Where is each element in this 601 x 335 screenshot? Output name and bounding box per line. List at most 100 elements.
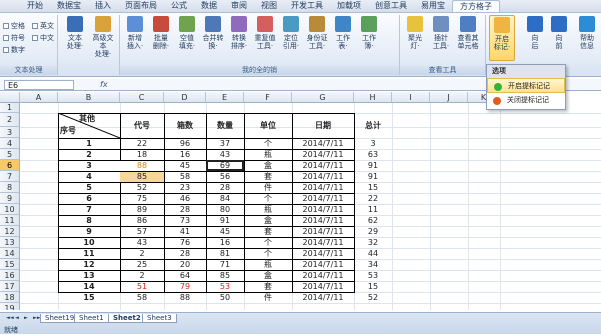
- table-row-cell[interactable]: 2014/7/11: [292, 139, 354, 149]
- tab-5[interactable]: 数据: [194, 0, 224, 12]
- table-row-cell[interactable]: 46: [164, 194, 206, 204]
- workbook-button[interactable]: 工作 簿·: [356, 15, 382, 61]
- checkbox-2[interactable]: 符号: [3, 33, 25, 43]
- checkbox-box[interactable]: [32, 35, 38, 41]
- fx-icon[interactable]: fx: [100, 79, 108, 91]
- table-row-cell[interactable]: 96: [164, 139, 206, 149]
- tab-0[interactable]: 开始: [20, 0, 50, 12]
- table-row-cell[interactable]: 28: [206, 183, 244, 193]
- sheet-tab[interactable]: Sheet3: [142, 314, 177, 323]
- table-row-cell[interactable]: 2014/7/11: [292, 238, 354, 248]
- header-other[interactable]: 其他: [78, 114, 96, 124]
- checkbox-box[interactable]: [3, 23, 9, 29]
- table-row-cell[interactable]: 3: [354, 139, 392, 149]
- table-row-cell[interactable]: 81: [206, 249, 244, 259]
- row-header[interactable]: 8: [0, 182, 20, 193]
- table-row-cell[interactable]: 15: [354, 183, 392, 193]
- table-row-cell[interactable]: 个: [244, 194, 292, 204]
- table-row-cell[interactable]: 28: [164, 205, 206, 215]
- table-row-cell[interactable]: 86: [120, 216, 164, 226]
- table-row-cell[interactable]: 20: [164, 260, 206, 270]
- table-row-cell[interactable]: 37: [206, 139, 244, 149]
- table-row-cell[interactable]: 14: [58, 282, 120, 292]
- table-row-cell[interactable]: 88: [164, 293, 206, 303]
- tab-6[interactable]: 审阅: [224, 0, 254, 12]
- table-row-cell[interactable]: 个: [244, 249, 292, 259]
- row-header[interactable]: 19: [0, 303, 20, 310]
- table-row-cell[interactable]: 2014/7/11: [292, 150, 354, 160]
- pin-button[interactable]: 插针 工具·: [428, 15, 454, 61]
- active-cell-outline[interactable]: [206, 160, 244, 171]
- header-index[interactable]: 序号: [59, 125, 77, 136]
- table-row-cell[interactable]: 7: [58, 205, 120, 215]
- table-row-cell[interactable]: 1: [58, 139, 120, 149]
- table-row-cell[interactable]: 2014/7/11: [292, 205, 354, 215]
- table-row-cell[interactable]: 2014/7/11: [292, 216, 354, 226]
- forward-button[interactable]: 向前: [546, 15, 572, 61]
- column-header[interactable]: B: [58, 92, 120, 103]
- table-row-cell[interactable]: 11: [354, 205, 392, 215]
- table-row-cell[interactable]: 44: [354, 249, 392, 259]
- column-title[interactable]: 单位: [244, 113, 292, 138]
- corner-select-all[interactable]: [0, 92, 20, 103]
- row-header[interactable]: 14: [0, 248, 20, 259]
- table-row-cell[interactable]: 56: [206, 172, 244, 182]
- column-header[interactable]: H: [354, 92, 392, 103]
- table-row-cell[interactable]: 5: [58, 183, 120, 193]
- sort-button[interactable]: 转换 排序·: [226, 15, 252, 61]
- table-row-cell[interactable]: 57: [120, 227, 164, 237]
- table-row-cell[interactable]: 套: [244, 282, 292, 292]
- table-row-cell[interactable]: 22: [120, 139, 164, 149]
- table-row-cell[interactable]: 75: [120, 194, 164, 204]
- table-row-cell[interactable]: 套: [244, 172, 292, 182]
- table-row-cell[interactable]: 3: [58, 161, 120, 171]
- table-row-cell[interactable]: 13: [58, 271, 120, 281]
- column-title[interactable]: 日期: [292, 113, 354, 138]
- checkbox-box[interactable]: [3, 47, 9, 53]
- table-row-cell[interactable]: 43: [206, 150, 244, 160]
- table-row-cell[interactable]: 瓶: [244, 260, 292, 270]
- table-row-cell[interactable]: 22: [354, 194, 392, 204]
- table-row-cell[interactable]: 盒: [244, 216, 292, 226]
- table-row-cell[interactable]: 62: [354, 216, 392, 226]
- batch-delete-button[interactable]: 批量 删除·: [148, 15, 174, 61]
- table-row-cell[interactable]: 52: [120, 183, 164, 193]
- table-row-cell[interactable]: 51: [120, 282, 164, 292]
- table-row-cell[interactable]: 34: [354, 260, 392, 270]
- column-title[interactable]: 箱数: [164, 113, 206, 138]
- table-row-cell[interactable]: 41: [164, 227, 206, 237]
- table-row-cell[interactable]: 2014/7/11: [292, 293, 354, 303]
- table-row-cell[interactable]: 个: [244, 139, 292, 149]
- tab-4[interactable]: 公式: [164, 0, 194, 12]
- table-row-cell[interactable]: 29: [354, 227, 392, 237]
- sheet-tab[interactable]: Sheet1: [74, 314, 109, 323]
- table-row-cell[interactable]: 2: [120, 249, 164, 259]
- table-row-cell[interactable]: 18: [120, 150, 164, 160]
- fill-button[interactable]: 空值 填充·: [174, 15, 200, 61]
- row-header[interactable]: 1: [0, 103, 20, 113]
- row-header[interactable]: 11: [0, 215, 20, 226]
- table-row-cell[interactable]: 2014/7/11: [292, 271, 354, 281]
- checkbox-box[interactable]: [3, 35, 9, 41]
- table-row-cell[interactable]: 件: [244, 293, 292, 303]
- table-row-cell[interactable]: 91: [354, 161, 392, 171]
- table-row-cell[interactable]: 盒: [244, 161, 292, 171]
- column-header[interactable]: F: [244, 92, 292, 103]
- table-row-cell[interactable]: 15: [58, 293, 120, 303]
- name-box[interactable]: E6: [4, 80, 74, 90]
- column-title[interactable]: 总计: [354, 113, 392, 138]
- tab-10[interactable]: 创意工具: [368, 0, 414, 12]
- table-row-cell[interactable]: 80: [206, 205, 244, 215]
- tab-1[interactable]: 数据宝: [50, 0, 88, 12]
- table-row-cell[interactable]: 2: [58, 150, 120, 160]
- text-process-button[interactable]: 文本 处理·: [62, 15, 88, 61]
- table-row-cell[interactable]: 85: [120, 172, 164, 182]
- column-header[interactable]: D: [164, 92, 206, 103]
- tab-11[interactable]: 易用宝: [414, 0, 452, 12]
- table-row-cell[interactable]: 63: [354, 150, 392, 160]
- table-row-cell[interactable]: 12: [58, 260, 120, 270]
- table-row-cell[interactable]: 件: [244, 183, 292, 193]
- table-row-cell[interactable]: 76: [164, 238, 206, 248]
- column-header[interactable]: A: [20, 92, 58, 103]
- duplicate-button[interactable]: 重复值 工具·: [252, 15, 278, 61]
